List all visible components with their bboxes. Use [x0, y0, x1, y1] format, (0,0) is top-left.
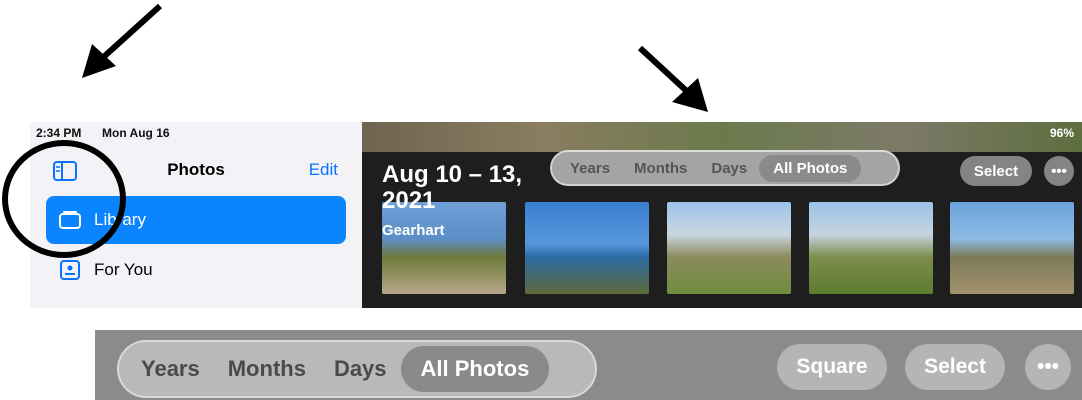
tab-days[interactable]: Days — [699, 160, 759, 177]
view-segmented-control: Years Months Days All Photos — [550, 150, 900, 186]
tab-months[interactable]: Months — [214, 356, 320, 382]
tab-months[interactable]: Months — [622, 160, 699, 177]
more-icon[interactable]: ••• — [1025, 344, 1071, 390]
photo-thumbnail[interactable] — [382, 202, 506, 294]
select-button[interactable]: Select — [905, 344, 1005, 390]
photo-grid: Aug 10 – 13, 2021 Gearhart Years Months … — [362, 122, 1082, 308]
tab-years[interactable]: Years — [558, 160, 622, 177]
sidebar-item-for-you[interactable]: For You — [46, 246, 346, 294]
annotation-arrows — [82, 3, 708, 112]
more-icon[interactable]: ••• — [1044, 156, 1074, 186]
tab-years[interactable]: Years — [127, 356, 214, 382]
status-time: 2:34 PM — [36, 126, 82, 140]
sidebar-item-label: For You — [94, 260, 153, 279]
battery-indicator: 96% — [1049, 126, 1074, 140]
square-button[interactable]: Square — [777, 344, 887, 390]
photo-thumbnail[interactable] — [667, 202, 791, 294]
annotation-circle — [2, 140, 126, 258]
photo-row-top — [362, 122, 1082, 152]
arrow-left — [95, 3, 163, 65]
arrow-right — [637, 45, 695, 99]
zoomed-segmented-control: Years Months Days All Photos — [117, 340, 597, 398]
tab-days[interactable]: Days — [320, 356, 401, 382]
ipad-screen: 2:34 PM Mon Aug 16 Photos Edit Library F… — [30, 122, 1082, 308]
zoomed-toolbar: Years Months Days All Photos Square Sele… — [95, 330, 1082, 400]
photo-thumbnail[interactable] — [525, 202, 649, 294]
photo-thumbnail[interactable] — [809, 202, 933, 294]
tutorial-screenshot: 2:34 PM Mon Aug 16 Photos Edit Library F… — [0, 0, 1082, 400]
tab-all-photos[interactable]: All Photos — [759, 154, 862, 182]
edit-button[interactable]: Edit — [309, 160, 338, 180]
status-date: Mon Aug 16 — [102, 126, 170, 140]
date-range-heading: Aug 10 – 13, 2021 — [382, 161, 523, 214]
photo-thumbnail[interactable] — [950, 202, 1074, 294]
place-label: Gearhart — [382, 222, 445, 239]
select-button[interactable]: Select — [960, 156, 1032, 186]
tab-all-photos[interactable]: All Photos — [400, 346, 550, 392]
for-you-icon — [60, 260, 80, 280]
